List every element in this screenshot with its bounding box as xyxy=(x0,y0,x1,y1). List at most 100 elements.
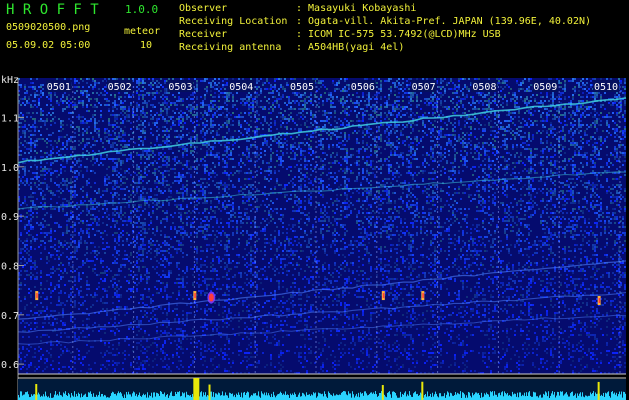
count-peak xyxy=(193,378,200,400)
count-bar xyxy=(508,395,509,400)
count-bar xyxy=(307,394,308,400)
count-bar xyxy=(64,393,65,400)
count-bar xyxy=(341,392,342,400)
count-bar xyxy=(481,392,482,400)
count-bar xyxy=(452,395,453,400)
noise-layer xyxy=(18,78,626,374)
count-bar xyxy=(293,394,294,400)
count-peak xyxy=(35,384,38,400)
meteor-label: meteor xyxy=(124,26,161,37)
count-bar xyxy=(413,393,414,400)
count-bar xyxy=(615,394,616,400)
count-bar xyxy=(509,394,510,400)
count-bar xyxy=(547,396,548,400)
count-bar xyxy=(499,392,500,400)
count-bar xyxy=(74,391,75,400)
count-peak xyxy=(597,381,600,400)
count-bar xyxy=(511,396,512,400)
count-bar xyxy=(229,392,230,400)
count-bar xyxy=(130,394,131,400)
count-bar xyxy=(528,392,529,400)
count-bar xyxy=(244,391,245,400)
count-bar xyxy=(145,394,146,400)
count-bar xyxy=(474,394,475,400)
x-tick-label: 0510 xyxy=(594,82,618,93)
count-bar xyxy=(269,395,270,400)
count-bar xyxy=(589,395,590,400)
count-bar xyxy=(154,392,155,400)
count-bar xyxy=(346,394,347,400)
count-bar xyxy=(496,394,497,400)
count-bar xyxy=(182,392,183,400)
count-bar xyxy=(439,393,440,400)
count-bar xyxy=(363,395,364,400)
count-bar xyxy=(60,395,61,400)
count-bar xyxy=(490,391,491,400)
count-bar xyxy=(358,392,359,400)
count-bar xyxy=(226,395,227,400)
count-bar xyxy=(121,393,122,400)
count-bar xyxy=(620,394,621,400)
count-bar xyxy=(600,395,601,400)
count-bar xyxy=(536,396,537,400)
count-bar xyxy=(250,396,251,400)
count-bar xyxy=(602,395,603,400)
count-bar xyxy=(33,394,34,400)
count-bar xyxy=(515,393,516,400)
count-bar xyxy=(360,392,361,400)
count-bar xyxy=(371,392,372,400)
count-bar xyxy=(478,392,479,400)
observer-value: : Masayuki Kobayashi xyxy=(296,3,417,14)
count-bar xyxy=(175,391,176,400)
count-bar xyxy=(202,396,203,400)
x-tick-label: 0508 xyxy=(472,82,496,93)
count-bar xyxy=(503,396,504,400)
count-bar xyxy=(356,393,357,400)
count-bar xyxy=(378,395,379,400)
count-bar xyxy=(213,392,214,400)
y-tick-label: 0.7 xyxy=(1,311,19,322)
count-bar xyxy=(320,393,321,400)
count-bar xyxy=(450,392,451,400)
y-tick-label: 1.1 xyxy=(1,113,19,124)
count-bar xyxy=(38,392,39,400)
count-bar xyxy=(564,394,565,400)
count-bar xyxy=(603,392,604,400)
count-bar xyxy=(277,394,278,400)
count-bar xyxy=(215,393,216,400)
count-bar xyxy=(21,391,22,400)
count-bar xyxy=(292,393,293,400)
count-bar xyxy=(122,396,123,400)
count-bar xyxy=(601,394,602,400)
count-bar xyxy=(623,391,624,400)
count-bar xyxy=(540,394,541,400)
count-bar xyxy=(139,392,140,400)
count-bar xyxy=(291,395,292,400)
count-bar xyxy=(237,394,238,400)
count-bar xyxy=(268,393,269,400)
count-bar xyxy=(392,391,393,400)
count-bar xyxy=(462,392,463,400)
count-bar xyxy=(314,393,315,400)
x-tick-label: 0503 xyxy=(168,82,192,93)
count-bar xyxy=(76,393,77,400)
count-bar xyxy=(495,394,496,400)
count-bar xyxy=(505,393,506,400)
count-bar xyxy=(582,392,583,400)
count-bar xyxy=(440,393,441,400)
count-bar xyxy=(63,392,64,400)
count-bar xyxy=(328,391,329,400)
count-bar xyxy=(529,391,530,400)
count-bar xyxy=(616,392,617,400)
count-bar xyxy=(253,393,254,400)
count-bar xyxy=(368,394,369,400)
count-bar xyxy=(32,395,33,400)
antenna-key: Receiving antenna xyxy=(179,42,282,53)
count-bar xyxy=(131,396,132,400)
count-bar xyxy=(299,392,300,400)
count-bar xyxy=(113,392,114,400)
count-bar xyxy=(223,395,224,400)
count-bar xyxy=(325,393,326,400)
count-bar xyxy=(347,395,348,400)
count-bar xyxy=(66,395,67,400)
